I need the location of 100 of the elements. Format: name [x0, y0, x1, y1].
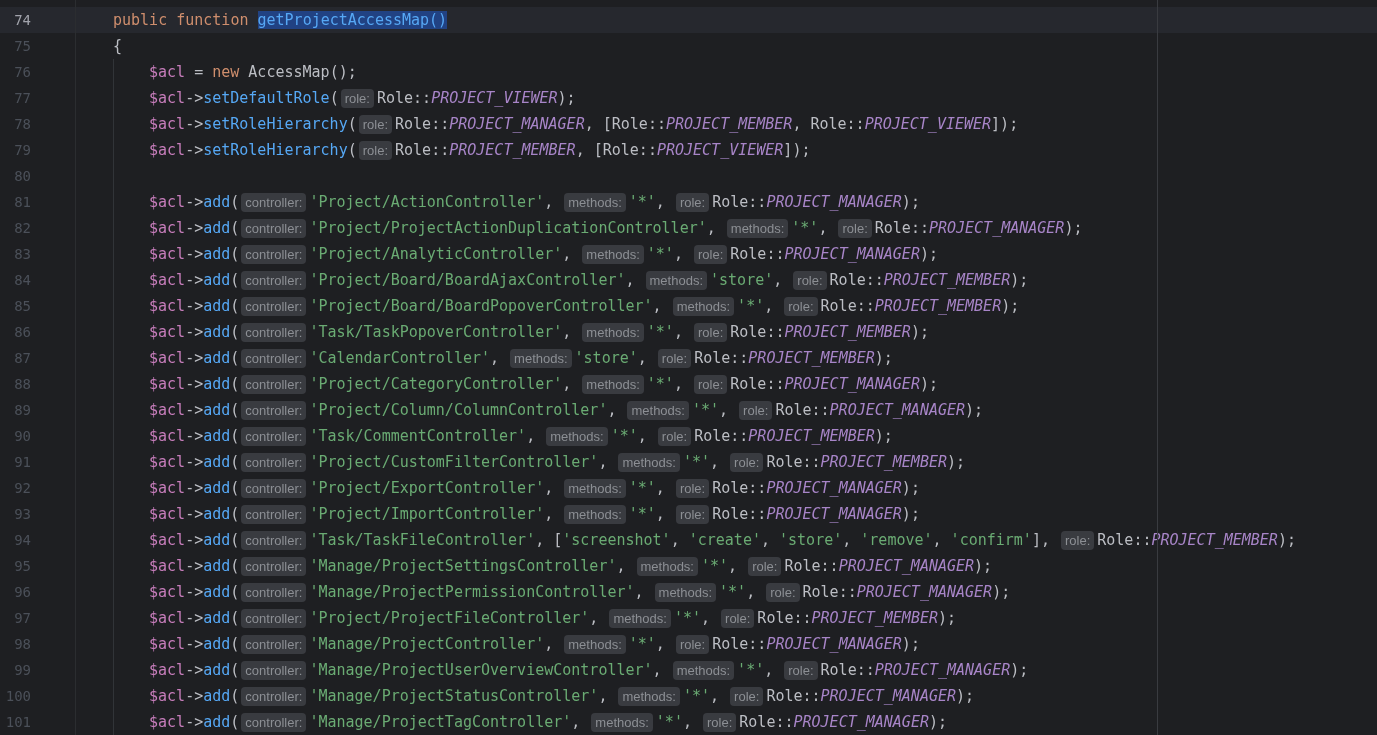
constant-name: PROJECT_MEMBER [1151, 531, 1278, 549]
code-punctuation: -> [185, 115, 204, 133]
code-punctuation: , [655, 479, 666, 497]
code-punctuation: ( [230, 193, 240, 211]
code-punctuation: , [710, 453, 721, 471]
method-name: add [203, 479, 231, 497]
code-punctuation: :: [730, 427, 749, 445]
method-name: add [203, 505, 231, 523]
variable-name: $acl [149, 505, 186, 523]
string-literal: 'Project/AnalyticController' [309, 245, 563, 263]
parameter-hint: methods: [591, 712, 653, 732]
code-punctuation: -> [185, 557, 204, 575]
method-name: add [203, 453, 231, 471]
parameter-hint: controller: [241, 530, 307, 550]
constant-name: PROJECT_MANAGER [784, 245, 920, 263]
code-punctuation: ); [901, 635, 920, 653]
method-name: add [203, 687, 231, 705]
code-punctuation: , [562, 245, 573, 263]
code-punctuation: -> [185, 505, 204, 523]
code-punctuation: :: [766, 375, 785, 393]
parameter-hint: role: [675, 634, 710, 654]
selected-method-name: getProjectAccessMap() [257, 11, 448, 29]
variable-name: $acl [149, 531, 186, 549]
string-literal: 'Project/CategoryController' [309, 375, 563, 393]
method-name: add [203, 193, 231, 211]
variable-name: $acl [149, 219, 186, 237]
method-name: add [203, 427, 231, 445]
code-punctuation: :: [730, 349, 749, 367]
class-name: Role [739, 713, 776, 731]
code-punctuation: ( [230, 349, 240, 367]
parameter-hint: role: [784, 660, 818, 680]
parameter-hint: methods: [546, 426, 608, 446]
code-punctuation: :: [811, 401, 830, 419]
method-name: add [203, 297, 231, 315]
code-punctuation: ( [230, 401, 240, 419]
class-name: Role [712, 479, 749, 497]
parameter-hint: methods: [645, 270, 707, 290]
constant-name: PROJECT_MANAGER [766, 505, 902, 523]
code-punctuation: , [746, 583, 757, 601]
constant-name: PROJECT_VIEWER [656, 141, 784, 159]
class-name: Role [730, 245, 767, 263]
parameter-hint: methods: [726, 218, 789, 238]
code-punctuation: ( [230, 479, 240, 497]
constant-name: PROJECT_MANAGER [766, 635, 902, 653]
code-punctuation: ( [230, 687, 240, 705]
code-punctuation: = [193, 63, 205, 81]
code-punctuation: -> [185, 141, 204, 159]
constant-name: PROJECT_VIEWER [431, 89, 558, 107]
code-punctuation: , [818, 219, 829, 237]
string-literal: '*' [791, 219, 819, 237]
code-punctuation: ( [230, 713, 240, 731]
parameter-hint: controller: [241, 400, 307, 420]
parameter-hint: methods: [582, 322, 644, 342]
method-name: setRoleHierarchy [203, 115, 348, 133]
string-literal: '*' [737, 661, 765, 679]
string-literal: 'Project/Board/BoardAjaxController' [309, 271, 626, 289]
code-punctuation: , [544, 479, 555, 497]
variable-name: $acl [149, 375, 186, 393]
parameter-hint: role: [657, 348, 692, 368]
class-name: Role [694, 427, 731, 445]
code-punctuation: , [673, 323, 684, 341]
string-literal: 'Project/ActionController' [309, 193, 545, 211]
line-number: 74 [13, 12, 31, 28]
code-punctuation: ); [938, 609, 957, 627]
constant-name: PROJECT_MANAGER [928, 219, 1065, 237]
parameter-hint: methods: [618, 686, 680, 706]
code-punctuation: ( [230, 505, 240, 523]
variable-name: $acl [149, 349, 186, 367]
class-name: Role [802, 583, 839, 601]
code-punctuation: -> [185, 271, 204, 289]
code-punctuation: , [607, 401, 618, 419]
code-punctuation: ); [1001, 297, 1020, 315]
code-punctuation: ( [230, 609, 240, 627]
code-punctuation: :: [820, 557, 839, 575]
constant-name: PROJECT_MEMBER [665, 115, 793, 133]
code-punctuation: :: [431, 141, 450, 159]
string-literal: '*' [628, 505, 656, 523]
parameter-hint: controller: [241, 504, 307, 524]
code-punctuation: , [625, 271, 636, 289]
code-punctuation: , [710, 687, 721, 705]
constant-name: PROJECT_MANAGER [449, 115, 585, 133]
code-punctuation: ); [1277, 531, 1296, 549]
code-punctuation: :: [793, 609, 812, 627]
code-punctuation: ( [230, 661, 240, 679]
class-name: Role [602, 141, 639, 159]
string-literal: 'Manage/ProjectTagController' [309, 713, 572, 731]
code-punctuation: ]); [991, 115, 1019, 133]
class-name: Role [712, 505, 749, 523]
parameter-hint: role: [784, 296, 818, 316]
code-punctuation: -> [185, 427, 204, 445]
code-editor[interactable] [0, 0, 1377, 735]
class-name: Role [874, 219, 911, 237]
code-punctuation: , [637, 427, 648, 445]
string-literal: '*' [610, 427, 638, 445]
variable-name: $acl [149, 193, 186, 211]
code-punctuation: -> [185, 635, 204, 653]
code-punctuation: -> [185, 687, 204, 705]
parameter-hint: methods: [636, 556, 698, 576]
parameter-hint: controller: [241, 374, 307, 394]
code-punctuation: :: [413, 89, 432, 107]
